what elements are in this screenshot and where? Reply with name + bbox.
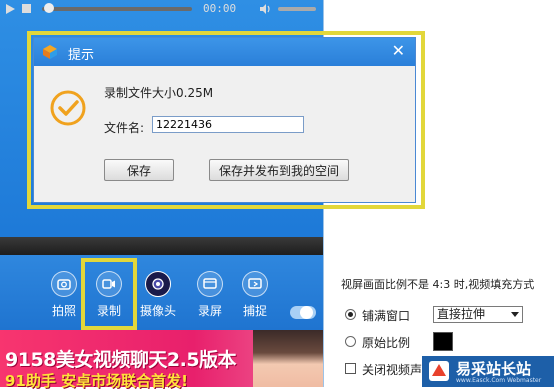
progress-handle[interactable] — [44, 3, 54, 13]
ad-title: 9158美女视频聊天2.5版本 — [5, 349, 237, 371]
toolbar-item-photo[interactable]: 拍照 — [42, 271, 86, 319]
toolbar-toggle-knob[interactable] — [300, 306, 313, 319]
progress-bar[interactable] — [42, 7, 192, 11]
toolbar-label-screen-record: 录屏 — [197, 304, 222, 318]
stop-icon[interactable] — [22, 4, 31, 13]
site-watermark: 易采站长站 www.Easck.Com Webmaster — [422, 356, 554, 387]
time-display: 00:00 — [203, 2, 237, 15]
dialog-highlight-frame — [27, 31, 425, 209]
screen-record-icon — [197, 271, 223, 297]
fill-window-radio[interactable] — [345, 309, 356, 320]
toolbar-item-capture[interactable]: 捕捉 — [233, 271, 277, 319]
watermark-title: 易采站长站 — [456, 360, 532, 378]
toolbar-label-photo: 拍照 — [51, 304, 76, 318]
ad-subtitle: 91助手 安卓市场联合首发! — [5, 372, 188, 390]
ad-photo — [253, 330, 323, 387]
player-bar — [0, 237, 323, 255]
site-logo-icon — [429, 361, 449, 381]
original-ratio-radio[interactable] — [345, 336, 356, 347]
toolbar-item-webcam[interactable]: 摄像头 — [136, 271, 180, 319]
watermark-url: www.Easck.Com Webmaster — [456, 377, 542, 384]
toolbar-item-screen-record[interactable]: 录屏 — [188, 271, 232, 319]
volume-icon[interactable] — [259, 3, 271, 15]
camera-icon — [51, 271, 77, 297]
original-ratio-label: 原始比例 — [362, 336, 411, 350]
close-video-sound-label: 关闭视频声 — [362, 363, 423, 377]
toolbar-label-webcam: 摄像头 — [139, 304, 176, 318]
ratio-description: 视屏画面比例不是 4:3 时,视频填充方式 — [341, 278, 535, 291]
background-color-swatch[interactable] — [433, 332, 453, 351]
volume-slider[interactable] — [278, 7, 316, 11]
fill-window-label: 铺满窗口 — [362, 309, 411, 323]
webcam-icon — [145, 271, 171, 297]
record-highlight-frame — [81, 258, 137, 330]
stretch-select-value: 直接拉伸 — [437, 307, 486, 321]
close-video-sound-checkbox[interactable] — [345, 363, 356, 374]
chevron-down-icon — [511, 312, 519, 317]
stretch-select[interactable]: 直接拉伸 — [433, 306, 523, 323]
toolbar-label-capture: 捕捉 — [242, 304, 267, 318]
capture-icon — [242, 271, 268, 297]
play-icon[interactable] — [6, 4, 15, 14]
